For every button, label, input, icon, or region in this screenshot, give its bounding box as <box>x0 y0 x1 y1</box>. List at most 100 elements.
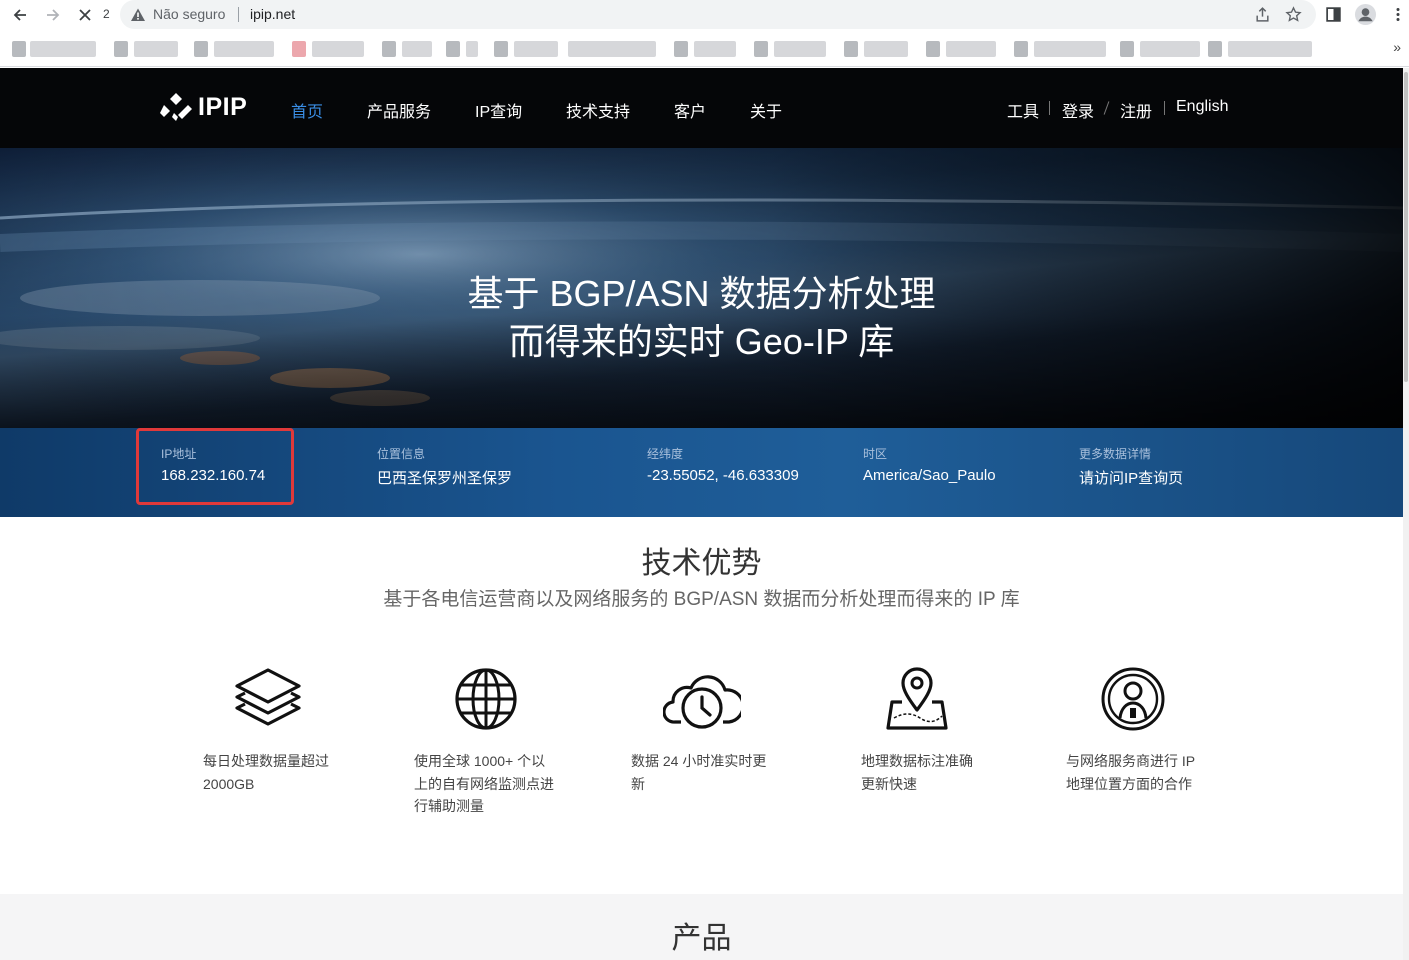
advantages-subtitle: 基于各电信运营商以及网络服务的 BGP/ASN 数据而分析处理而得来的 IP 库 <box>383 589 1020 610</box>
ip-info-bar: IP地址 168.232.160.74 位置信息 巴西圣保罗州圣保罗 经纬度 -… <box>0 428 1403 517</box>
nav-support[interactable]: 技术支持 <box>566 98 630 122</box>
globe-icon <box>455 668 517 730</box>
hero-title-line1: 基于 BGP/ASN 数据分析处理 <box>467 273 936 314</box>
bookmark-item[interactable] <box>946 41 996 57</box>
ip-address-label: IP地址 <box>161 447 197 461</box>
nav-register[interactable]: 注册 <box>1120 98 1152 122</box>
feature-text-partnership: 与网络服务商进行 IP 地理位置方面的合作 <box>1066 750 1195 795</box>
location-label: 位置信息 <box>377 447 426 461</box>
nav-products[interactable]: 产品服务 <box>367 98 431 122</box>
nav-customers[interactable]: 客户 <box>674 98 706 122</box>
bookmark-item[interactable] <box>1140 41 1200 57</box>
feature-line: 使用全球 1000+ 个以 <box>414 753 546 769</box>
bookmark-item[interactable] <box>1034 41 1106 57</box>
products-title: 产品 <box>671 922 732 955</box>
feature-line: 地理数据标注准确 <box>861 753 973 769</box>
nav-divider <box>1164 101 1165 115</box>
timezone-label: 时区 <box>863 447 888 461</box>
bookmark-item[interactable] <box>12 41 26 57</box>
timezone-block: 时区 America/Sao_Paulo <box>863 445 996 484</box>
bookmark-item[interactable] <box>844 41 858 57</box>
nav-divider <box>1049 101 1050 115</box>
bookmark-item[interactable] <box>694 41 736 57</box>
site-logo[interactable]: IPIP <box>160 90 247 124</box>
stop-loading-button[interactable] <box>74 4 96 26</box>
location-block: 位置信息 巴西圣保罗州圣保罗 <box>377 445 512 488</box>
page-content: IPIP 首页 产品服务 IP查询 技术支持 客户 关于 工具 登录 注册 En… <box>0 68 1403 960</box>
ip-address-block: IP地址 168.232.160.74 <box>161 445 265 484</box>
bookmark-item[interactable] <box>1014 41 1028 57</box>
bookmark-item[interactable] <box>466 41 478 57</box>
bookmark-item[interactable] <box>754 41 768 57</box>
ip-address-value: 168.232.160.74 <box>161 467 266 484</box>
scrollbar-thumb[interactable] <box>1404 72 1408 382</box>
bookmark-item[interactable] <box>864 41 908 57</box>
feature-line: 地理位置方面的合作 <box>1066 775 1192 792</box>
side-panel-icon[interactable] <box>1325 6 1342 23</box>
bookmark-item[interactable] <box>774 41 826 57</box>
hero-title-line2: 而得来的实时 Geo-IP 库 <box>508 321 895 362</box>
bookmark-item[interactable] <box>514 41 558 57</box>
partner-icon <box>1101 667 1165 731</box>
coordinates-value: -23.55052, -46.633309 <box>647 467 799 484</box>
star-icon[interactable] <box>1285 6 1302 23</box>
feature-text-monitoring: 使用全球 1000+ 个以 上的自有网络监测点进 行辅助测量 <box>414 750 554 818</box>
ipip-logo-icon <box>160 93 192 121</box>
hero-banner: 基于 BGP/ASN 数据分析处理 而得来的实时 Geo-IP 库 <box>0 148 1403 428</box>
more-details-block: 更多数据详情 请访问IP查询页 <box>1079 445 1183 488</box>
bookmark-item[interactable] <box>1120 41 1134 57</box>
warning-icon <box>131 8 145 21</box>
security-status[interactable]: Não seguro <box>153 6 225 22</box>
bookmark-item[interactable] <box>402 41 432 57</box>
bookmarks-bar: » <box>0 31 1409 67</box>
feature-line: 更新快速 <box>861 775 917 792</box>
coordinates-block: 经纬度 -23.55052, -46.633309 <box>647 445 799 484</box>
feature-text-realtime: 数据 24 小时准实时更 新 <box>631 750 766 795</box>
nav-tools[interactable]: 工具 <box>1007 98 1039 122</box>
profile-avatar-icon[interactable] <box>1354 3 1377 26</box>
map-pin-icon <box>886 667 948 730</box>
location-value: 巴西圣保罗州圣保罗 <box>377 470 513 487</box>
bookmark-item[interactable] <box>568 41 656 57</box>
ip-lookup-page-link[interactable]: 请访问IP查询页 <box>1079 467 1183 488</box>
bookmarks-overflow-button[interactable]: » <box>1393 39 1401 55</box>
bookmark-item[interactable] <box>292 41 306 57</box>
bookmark-item[interactable] <box>494 41 508 57</box>
browser-toolbar: 2 Não seguro ipip.net <box>0 0 1409 30</box>
tab-count: 2 <box>103 7 110 21</box>
omnibox-divider <box>238 7 239 22</box>
bookmark-item[interactable] <box>926 41 940 57</box>
bookmark-item[interactable] <box>1228 41 1312 57</box>
nav-login[interactable]: 登录 <box>1062 98 1094 122</box>
feature-text-data-volume: 每日处理数据量超过 2000GB <box>203 750 329 795</box>
feature-line: 上的自有网络监测点进 <box>414 775 554 792</box>
bookmark-item[interactable] <box>312 41 364 57</box>
share-icon[interactable] <box>1254 6 1271 23</box>
bookmark-item[interactable] <box>30 41 96 57</box>
nav-about[interactable]: 关于 <box>750 98 782 122</box>
close-icon <box>79 9 91 21</box>
address-bar[interactable]: Não seguro ipip.net <box>120 0 1316 29</box>
feature-text-geodata: 地理数据标注准确 更新快速 <box>861 750 973 795</box>
bookmark-item[interactable] <box>446 41 460 57</box>
bookmark-item[interactable] <box>214 41 274 57</box>
bookmark-item[interactable] <box>134 41 178 57</box>
nav-english[interactable]: English <box>1176 98 1228 116</box>
bookmark-item[interactable] <box>194 41 208 57</box>
bookmark-item[interactable] <box>1208 41 1222 57</box>
back-button[interactable] <box>9 4 31 26</box>
bookmark-item[interactable] <box>674 41 688 57</box>
bookmark-item[interactable] <box>382 41 396 57</box>
nav-divider <box>1103 101 1110 115</box>
bookmark-item[interactable] <box>114 41 128 57</box>
coordinates-label: 经纬度 <box>647 447 684 461</box>
kebab-menu-icon[interactable] <box>1390 6 1406 23</box>
feature-line: 与网络服务商进行 IP <box>1066 753 1196 769</box>
nav-ip-lookup[interactable]: IP查询 <box>475 98 522 122</box>
forward-button[interactable] <box>42 4 64 26</box>
url-text[interactable]: ipip.net <box>250 6 295 22</box>
arrow-right-icon <box>47 9 60 21</box>
feature-line: 新 <box>631 775 645 792</box>
feature-line: 每日处理数据量超过 <box>203 753 329 769</box>
nav-home[interactable]: 首页 <box>291 98 323 122</box>
